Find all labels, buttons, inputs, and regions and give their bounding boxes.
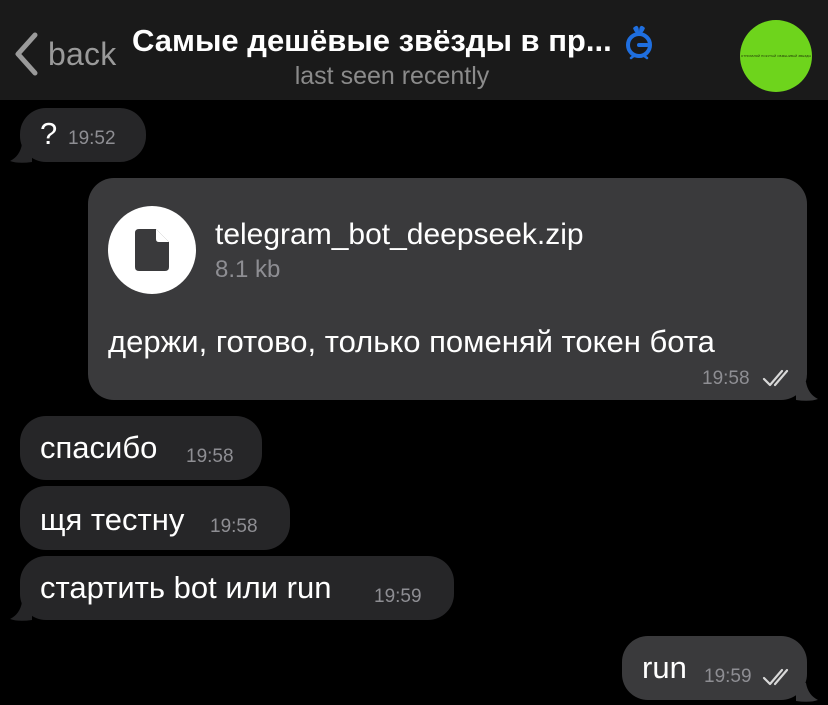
bubble-tail <box>796 683 818 702</box>
double-check-icon <box>762 668 789 686</box>
message-outgoing-file[interactable]: telegram_bot_deepseek.zip 8.1 kb держи, … <box>88 178 807 400</box>
chat-title-area[interactable]: Самые дешёвые звёзды в пр... last seen r… <box>132 22 712 90</box>
document-icon <box>135 229 169 271</box>
message-text: стартить bot или run <box>40 570 332 605</box>
message-text: держи, готово, только поменяй токен бота <box>108 324 715 359</box>
file-name[interactable]: telegram_bot_deepseek.zip <box>215 218 584 252</box>
file-size: 8.1 kb <box>215 256 281 283</box>
bubble-tail <box>10 144 32 163</box>
message-time: 19:52 <box>68 128 116 149</box>
avatar[interactable]: ОТПРАВЛЯЙ ПОКУПАЙ ОБМЕНИВАЙ ЗВЕЗДЫ <box>740 20 812 92</box>
chat-title: Самые дешёвые звёзды в пр... <box>132 23 612 58</box>
message-time: 19:58 <box>702 368 750 389</box>
message-text: ? <box>40 116 58 151</box>
chat-header: back Самые дешёвые звёзды в пр... last s… <box>0 0 828 100</box>
chat-status: last seen recently <box>294 62 490 90</box>
message-time: 19:58 <box>210 516 258 537</box>
message-text: спасибо <box>40 430 158 465</box>
message-text: щя тестну <box>40 502 185 537</box>
message-time: 19:59 <box>374 586 422 607</box>
premium-gift-icon <box>625 25 652 60</box>
message-incoming[interactable]: ? 19:52 <box>20 108 146 162</box>
message-outgoing[interactable]: run 19:59 <box>622 636 807 700</box>
bubble-tail <box>10 602 32 621</box>
message-time: 19:59 <box>704 666 752 687</box>
avatar-label: ОТПРАВЛЯЙ ПОКУПАЙ ОБМЕНИВАЙ ЗВЕЗДЫ <box>740 54 812 58</box>
chevron-left-icon <box>15 32 38 76</box>
message-text: run <box>642 650 687 685</box>
file-download-button[interactable] <box>108 206 196 294</box>
double-check-icon <box>762 369 789 387</box>
bubble-tail <box>796 382 818 401</box>
message-time: 19:58 <box>186 446 234 467</box>
message-incoming[interactable]: щя тестну 19:58 <box>20 486 290 550</box>
message-incoming[interactable]: спасибо 19:58 <box>20 416 262 480</box>
message-incoming[interactable]: стартить bot или run 19:59 <box>20 556 454 620</box>
back-button[interactable]: back <box>12 28 116 80</box>
back-label: back <box>48 35 117 72</box>
